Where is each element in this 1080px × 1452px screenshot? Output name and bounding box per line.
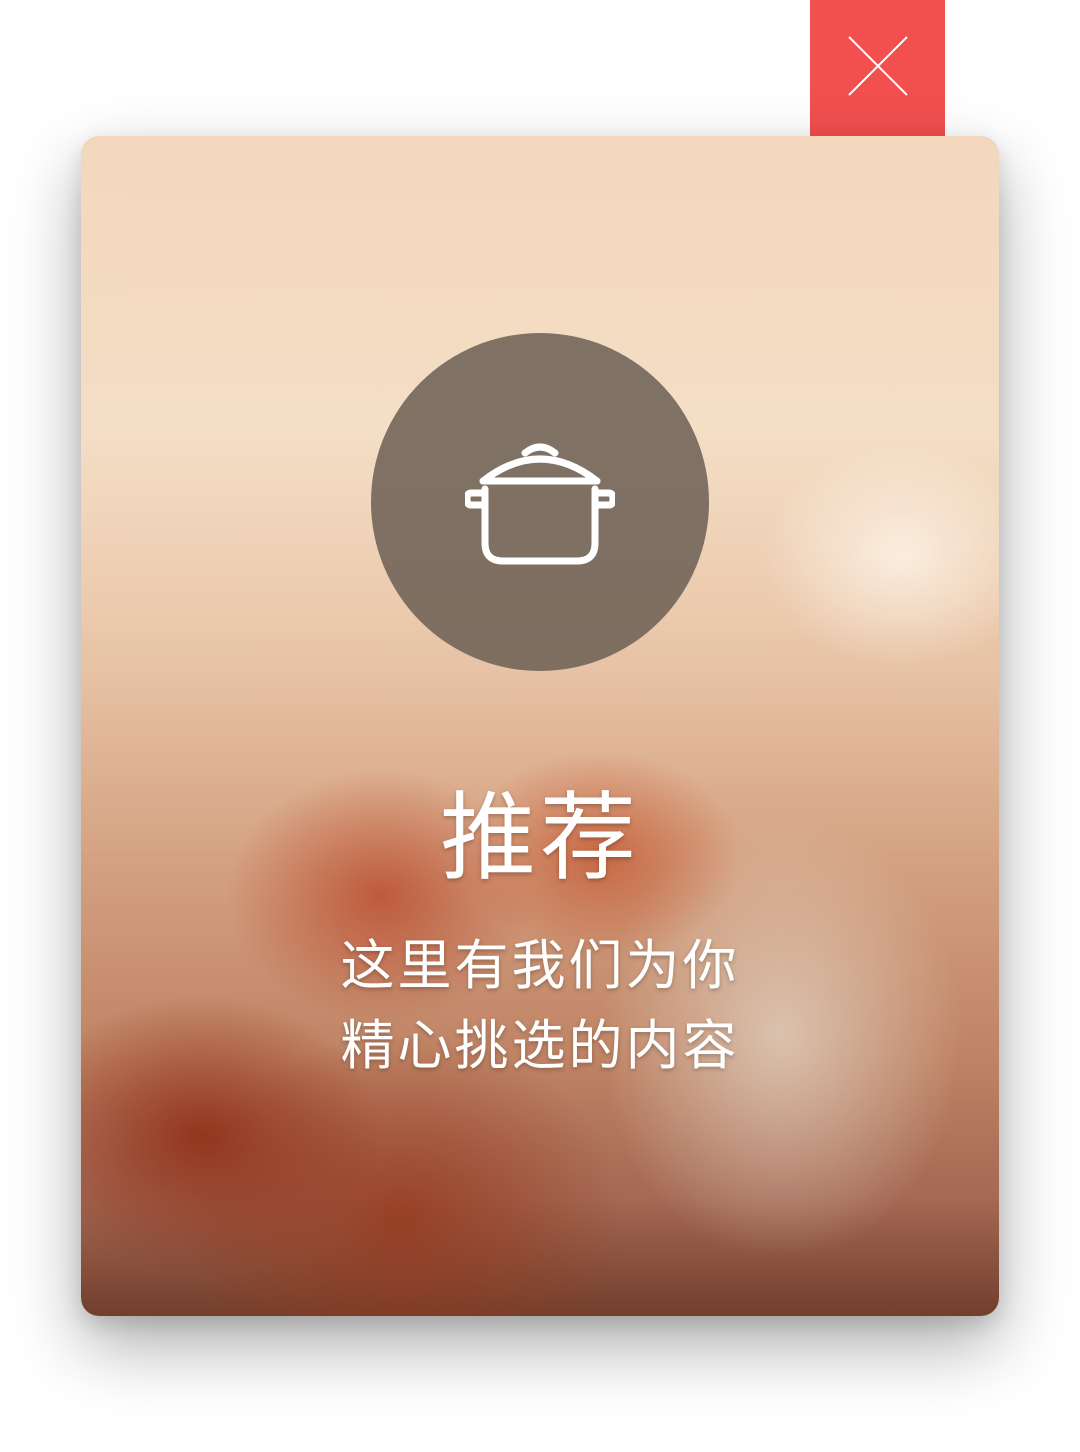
page: 推荐 这里有我们为你 精心挑选的内容 <box>0 0 1080 1452</box>
subtitle-line-1: 这里有我们为你 <box>340 934 740 997</box>
recommendation-card: 推荐 这里有我们为你 精心挑选的内容 <box>81 136 999 1316</box>
card-background-image <box>81 136 999 1316</box>
close-icon <box>847 36 908 96</box>
card-subtitle: 这里有我们为你 精心挑选的内容 <box>81 926 999 1086</box>
icon-badge <box>371 333 709 671</box>
close-button[interactable] <box>810 0 945 150</box>
cooking-pot-icon <box>465 443 615 565</box>
subtitle-line-2: 精心挑选的内容 <box>340 1014 740 1077</box>
card-title: 推荐 <box>440 782 640 894</box>
